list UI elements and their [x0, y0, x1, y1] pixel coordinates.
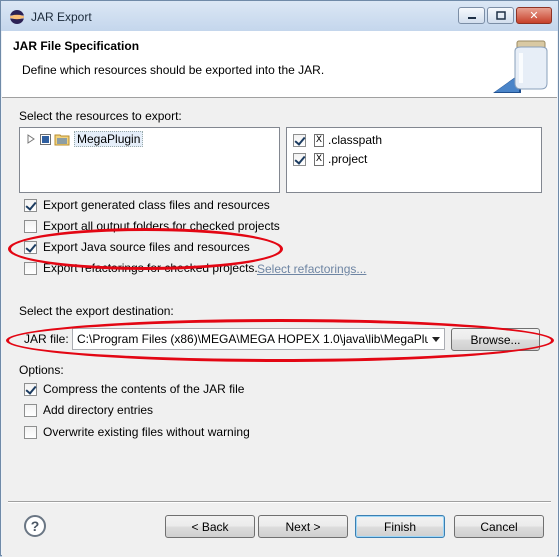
destination-label: Select the export destination: [19, 304, 174, 318]
file-checkbox-project[interactable] [293, 152, 306, 166]
directory-entries-checkbox[interactable] [24, 403, 37, 417]
partial-check-icon [42, 135, 49, 143]
finish-button[interactable]: Finish [355, 515, 445, 538]
project-folder-icon [54, 134, 70, 146]
title-bar[interactable]: JAR Export ✕ [1, 1, 558, 31]
file-label-project: .project [328, 152, 368, 166]
project-tree[interactable]: MegaPlugin [19, 127, 280, 193]
expand-arrow-icon[interactable] [26, 134, 36, 144]
close-icon: ✕ [529, 9, 539, 22]
close-button[interactable]: ✕ [516, 7, 552, 24]
wizard-header: JAR File Specification Define which reso… [2, 31, 557, 98]
maximize-button[interactable] [487, 7, 514, 24]
select-refactorings-link[interactable]: Select refactorings... [257, 262, 366, 276]
export-output-folders-checkbox[interactable] [24, 219, 37, 233]
jar-banner-icon [493, 40, 548, 93]
export-class-files-checkbox[interactable] [24, 198, 37, 212]
minimize-button[interactable] [458, 7, 485, 24]
tree-item-megaplugin[interactable]: MegaPlugin [26, 131, 144, 147]
overwrite-label: Overwrite existing files without warning [43, 425, 250, 439]
option-compress[interactable]: Compress the contents of the JAR file [24, 380, 244, 398]
window-title: JAR Export [31, 10, 92, 24]
directory-entries-label: Add directory entries [43, 403, 154, 417]
wizard-content: Select the resources to export: MegaPlug… [2, 98, 557, 557]
minimize-icon [467, 16, 476, 19]
cancel-button[interactable]: Cancel [454, 515, 544, 538]
export-refactorings-checkbox[interactable] [24, 261, 37, 275]
maximize-icon [495, 11, 506, 20]
option-directory-entries[interactable]: Add directory entries [24, 401, 153, 419]
footer-separator [8, 501, 551, 503]
help-icon[interactable]: ? [24, 515, 46, 537]
option-overwrite[interactable]: Overwrite existing files without warning [24, 423, 250, 441]
page-description: Define which resources should be exporte… [22, 63, 325, 77]
file-row-project[interactable]: X .project [293, 150, 367, 168]
back-button[interactable]: < Back [165, 515, 255, 538]
overwrite-checkbox[interactable] [24, 425, 37, 439]
jar-export-dialog: JAR Export ✕ JAR File Specification Defi… [0, 0, 559, 557]
next-button[interactable]: Next > [258, 515, 348, 538]
x-file-icon: X [314, 152, 324, 166]
file-label-classpath: .classpath [328, 133, 383, 147]
option-export-class-files[interactable]: Export generated class files and resourc… [24, 196, 270, 214]
resources-label: Select the resources to export: [19, 109, 182, 123]
file-checkbox-classpath[interactable] [293, 133, 306, 147]
compress-label: Compress the contents of the JAR file [43, 382, 245, 396]
tree-item-checkbox[interactable] [40, 133, 51, 145]
page-title: JAR File Specification [13, 39, 140, 53]
file-list[interactable]: X .classpath X .project [286, 127, 542, 193]
annotation-ellipse-jar-file [6, 319, 554, 362]
options-label: Options: [19, 363, 64, 377]
tree-item-label: MegaPlugin [74, 131, 144, 147]
compress-checkbox[interactable] [24, 382, 37, 396]
file-row-classpath[interactable]: X .classpath [293, 131, 382, 149]
eclipse-icon [10, 10, 24, 24]
annotation-ellipse-java-source [8, 228, 283, 270]
export-class-files-label: Export generated class files and resourc… [43, 198, 270, 212]
x-file-icon: X [314, 133, 324, 147]
